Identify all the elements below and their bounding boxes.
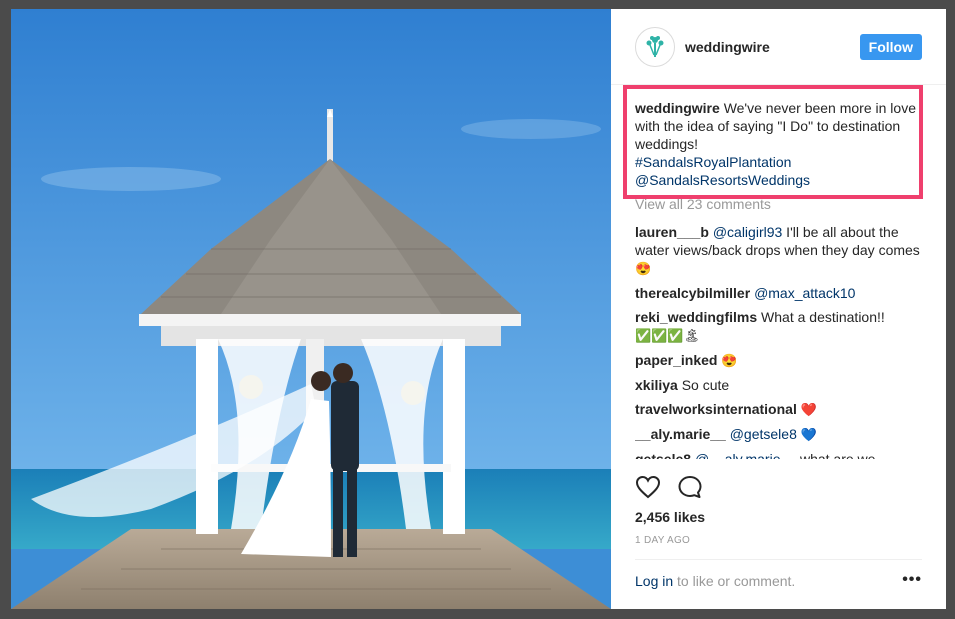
post-body: weddingwire We've never been more in lov… — [611, 85, 946, 459]
comment-text: What a destination!! — [761, 309, 885, 325]
post-frame: weddingwire Follow weddingwire We've nev… — [11, 9, 946, 609]
post-header: weddingwire Follow — [611, 9, 946, 85]
caption-hashtag[interactable]: #SandalsRoyalPlantation — [635, 154, 791, 170]
caption-mention[interactable]: @SandalsResortsWeddings — [635, 172, 810, 188]
comment-item: xkiliya So cute — [635, 376, 922, 394]
blue-heart-emoji: 💙 — [800, 427, 817, 442]
comment-item: getsele8 @__aly.marie__ what are we — [635, 450, 922, 459]
red-heart-emoji: ❤️ — [800, 402, 817, 417]
comment-username[interactable]: therealcybilmiller — [635, 285, 750, 301]
comment-item: __aly.marie__ @getsele8 💙 — [635, 425, 922, 444]
comment-text: what are we — [796, 451, 876, 459]
post-photo[interactable] — [11, 9, 611, 609]
comment-username[interactable]: getsele8 — [635, 451, 691, 459]
comment-username[interactable]: paper_inked — [635, 352, 717, 368]
post-timestamp[interactable]: 1 DAY AGO — [635, 535, 690, 546]
comment-mention[interactable]: @caligirl93 — [713, 224, 782, 240]
login-prompt: Log in to like or comment. — [635, 573, 795, 589]
comment-mention[interactable]: @__aly.marie__ — [695, 451, 796, 459]
heart-icon[interactable] — [635, 475, 661, 499]
like-count[interactable]: 2,456 likes — [635, 509, 705, 525]
caption-username[interactable]: weddingwire — [635, 100, 720, 116]
divider — [635, 559, 922, 560]
comment-item: lauren___b @caligirl93 I'll be all about… — [635, 223, 922, 278]
comment-username[interactable]: travelworksinternational — [635, 401, 797, 417]
login-link[interactable]: Log in — [635, 573, 673, 589]
comment-item: reki_weddingfilms What a destination!! ✅… — [635, 308, 922, 345]
follow-button[interactable]: Follow — [859, 33, 922, 60]
heart-eyes-emoji: 😍 — [721, 353, 738, 368]
login-prompt-text: to like or comment. — [673, 573, 796, 589]
avatar[interactable] — [635, 26, 675, 67]
checkmark-emoji: ✅✅✅🏝 — [635, 328, 701, 343]
comment-username[interactable]: reki_weddingfilms — [635, 309, 757, 325]
comment-username[interactable]: xkiliya — [635, 377, 678, 393]
comment-mention[interactable]: @max_attack10 — [754, 285, 855, 301]
view-all-comments-link[interactable]: View all 23 comments — [635, 195, 922, 213]
comment-username[interactable]: __aly.marie__ — [635, 426, 726, 442]
comment-item: therealcybilmiller @max_attack10 — [635, 284, 922, 302]
comment-text: So cute — [681, 377, 730, 393]
comment-item: travelworksinternational ❤️ — [635, 400, 922, 419]
comment-list: lauren___b @caligirl93 I'll be all about… — [635, 217, 922, 459]
comment-mention[interactable]: @getsele8 — [730, 426, 797, 442]
comment-item: paper_inked 😍 — [635, 351, 922, 370]
post-sidebar: weddingwire Follow weddingwire We've nev… — [611, 9, 946, 609]
caption: weddingwire We've never been more in lov… — [623, 85, 923, 199]
wedding-gazebo-photo — [11, 9, 611, 609]
action-bar — [635, 475, 703, 499]
comment-icon[interactable] — [677, 475, 703, 499]
post-username[interactable]: weddingwire — [685, 39, 860, 55]
bouquet-icon — [646, 35, 664, 57]
more-options-icon[interactable]: ••• — [902, 571, 922, 589]
comment-username[interactable]: lauren___b — [635, 224, 709, 240]
heart-eyes-emoji: 😍 — [635, 261, 652, 276]
